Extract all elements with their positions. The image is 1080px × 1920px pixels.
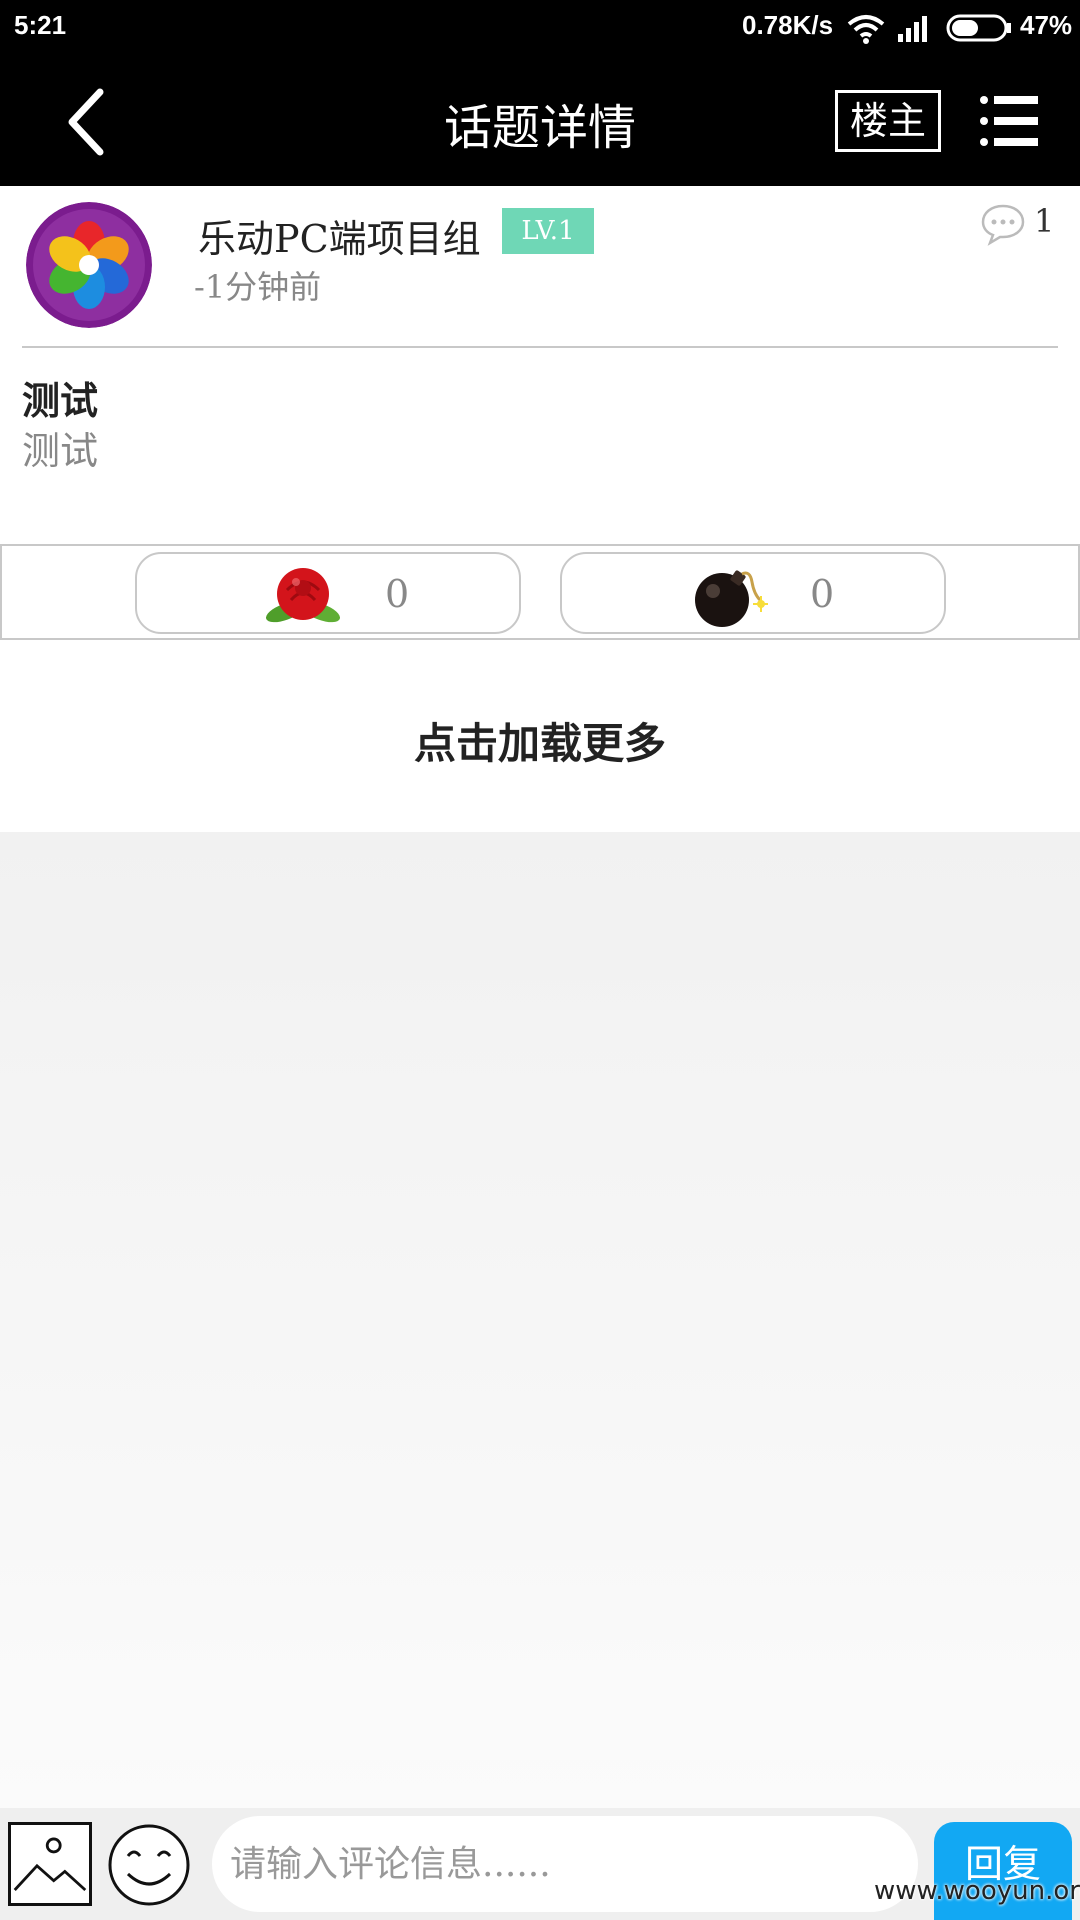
watermark: www.wooyun.org bbox=[874, 1876, 1080, 1906]
status-bar: 5:21 0.78K/s 47% bbox=[0, 0, 1080, 56]
smiley-icon[interactable] bbox=[106, 1822, 192, 1908]
status-time: 5:21 bbox=[14, 10, 67, 40]
post-time: -1分钟前 bbox=[194, 268, 322, 306]
flower-button[interactable]: 0 bbox=[135, 552, 521, 634]
comment-list-area bbox=[0, 832, 1080, 1808]
author-name[interactable]: 乐动PC端项目组 bbox=[198, 208, 481, 263]
load-more-area: 点击加载更多 bbox=[0, 644, 1080, 832]
app-header: 话题详情 楼主 bbox=[0, 56, 1080, 186]
bomb-count: 0 bbox=[810, 572, 835, 616]
battery-icon bbox=[946, 14, 1011, 42]
comment-count: 1 bbox=[1034, 202, 1055, 240]
network-speed: 0.78K/s bbox=[742, 10, 834, 40]
comment-input[interactable] bbox=[212, 1816, 918, 1912]
post-body: 测试 bbox=[22, 429, 99, 473]
wifi-icon bbox=[847, 15, 885, 44]
load-more-button[interactable]: 点击加载更多 bbox=[0, 710, 1080, 771]
battery-percent: 47% bbox=[1020, 10, 1073, 40]
post-card: 乐动PC端项目组 LV.1 -1分钟前 1 测试 测试 bbox=[0, 188, 1080, 544]
avatar[interactable] bbox=[26, 202, 152, 328]
divider bbox=[22, 346, 1058, 348]
bomb-icon bbox=[695, 570, 768, 627]
reaction-bar: 0 0 bbox=[0, 544, 1080, 640]
signal-icon bbox=[898, 16, 927, 42]
owner-only-button[interactable]: 楼主 bbox=[835, 90, 941, 152]
speech-bubble-icon[interactable] bbox=[980, 202, 1026, 246]
level-badge: LV.1 bbox=[502, 208, 594, 254]
rose-icon bbox=[266, 568, 340, 623]
image-icon[interactable] bbox=[8, 1822, 92, 1906]
list-menu-icon[interactable] bbox=[978, 90, 1040, 152]
post-title: 测试 bbox=[22, 378, 99, 423]
bomb-button[interactable]: 0 bbox=[560, 552, 946, 634]
flower-count: 0 bbox=[385, 572, 410, 616]
